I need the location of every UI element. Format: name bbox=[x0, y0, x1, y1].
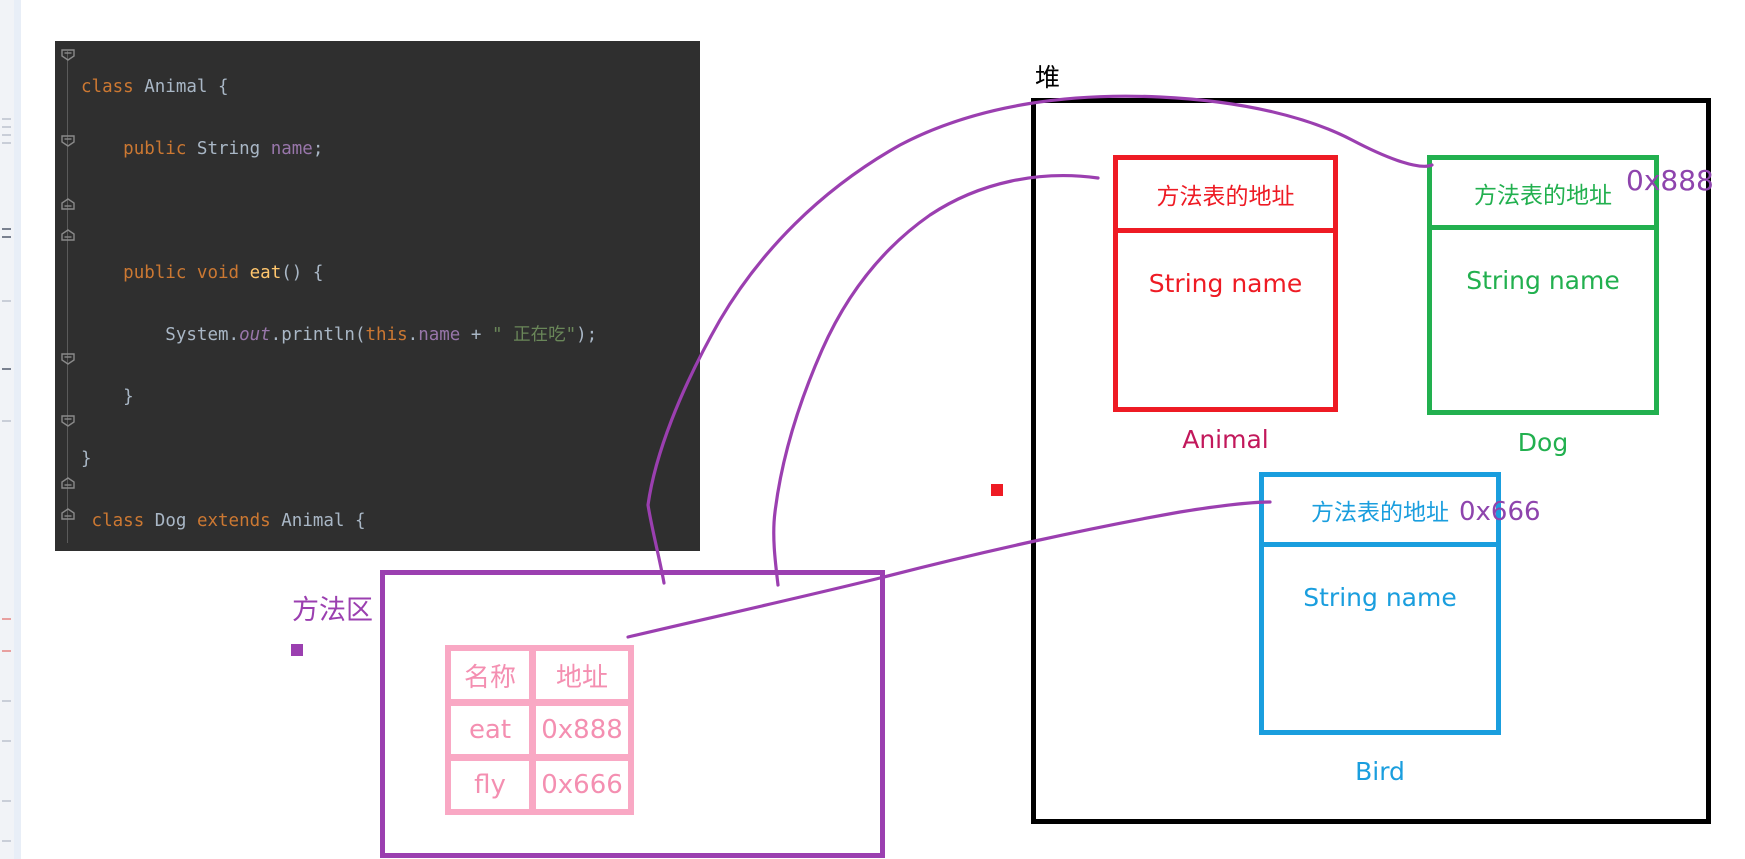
table-header-row: 名称 地址 bbox=[451, 651, 628, 706]
vertical-scrollbar[interactable] bbox=[14, 0, 21, 859]
java-code-editor[interactable]: class Animal { public String name; publi… bbox=[55, 41, 700, 551]
bird-address-annotation: 0x666 bbox=[1459, 497, 1541, 527]
code-text-area[interactable]: class Animal { public String name; publi… bbox=[81, 41, 700, 551]
code-line: public void eat() { bbox=[123, 263, 324, 283]
dog-address-annotation: 0x888 bbox=[1626, 164, 1714, 197]
dog-method-table-address-cell: 方法表的地址 bbox=[1432, 160, 1654, 230]
animal-method-table-address-cell: 方法表的地址 bbox=[1118, 160, 1333, 233]
animal-object-box: 方法表的地址 String name bbox=[1113, 155, 1338, 412]
editor-gutter-strip[interactable] bbox=[0, 0, 15, 859]
fold-expand-icon[interactable] bbox=[60, 227, 76, 243]
table-row: eat 0x888 bbox=[451, 706, 628, 761]
table-cell-method-address: 0x888 bbox=[536, 706, 628, 761]
table-cell-method-name: eat bbox=[451, 706, 536, 761]
code-line: class Dog extends Animal { bbox=[91, 511, 366, 531]
code-line: public String name; bbox=[123, 139, 324, 159]
fold-collapse-icon[interactable] bbox=[60, 47, 76, 63]
table-header-address: 地址 bbox=[536, 651, 628, 706]
method-table: 名称 地址 eat 0x888 fly 0x666 bbox=[445, 645, 634, 815]
code-line: System.out.println(this.name + " 正在吃"); bbox=[165, 325, 598, 345]
heap-label: 堆 bbox=[1035, 63, 1061, 92]
table-header-name: 名称 bbox=[451, 651, 536, 706]
diagram-canvas: class Animal { public String name; publi… bbox=[0, 0, 1745, 859]
code-line: } bbox=[123, 387, 134, 407]
animal-field-cell: String name bbox=[1148, 269, 1303, 298]
method-area-label: 方法区 bbox=[292, 595, 373, 626]
bird-field-cell: String name bbox=[1303, 583, 1457, 612]
fold-expand-icon[interactable] bbox=[60, 196, 76, 212]
dog-field-cell: String name bbox=[1466, 266, 1620, 295]
fold-collapse-icon[interactable] bbox=[60, 351, 76, 367]
animal-object-caption: Animal bbox=[1182, 425, 1269, 454]
fold-expand-icon[interactable] bbox=[60, 475, 76, 491]
dog-object-caption: Dog bbox=[1517, 428, 1569, 457]
fold-collapse-icon[interactable] bbox=[60, 133, 76, 149]
table-cell-method-address: 0x666 bbox=[536, 761, 628, 809]
code-line: } bbox=[81, 449, 92, 469]
fold-expand-icon[interactable] bbox=[60, 506, 76, 522]
dog-object-box: 方法表的地址 String name bbox=[1427, 155, 1659, 415]
purple-marker-dot bbox=[291, 644, 303, 656]
fold-guide-line bbox=[67, 51, 68, 543]
code-fold-gutter[interactable] bbox=[55, 41, 81, 551]
red-marker-dot bbox=[991, 484, 1003, 496]
bird-object-caption: Bird bbox=[1355, 757, 1405, 786]
table-row: fly 0x666 bbox=[451, 761, 628, 809]
table-cell-method-name: fly bbox=[451, 761, 536, 809]
fold-collapse-icon[interactable] bbox=[60, 413, 76, 429]
code-line: class Animal { bbox=[81, 77, 229, 97]
